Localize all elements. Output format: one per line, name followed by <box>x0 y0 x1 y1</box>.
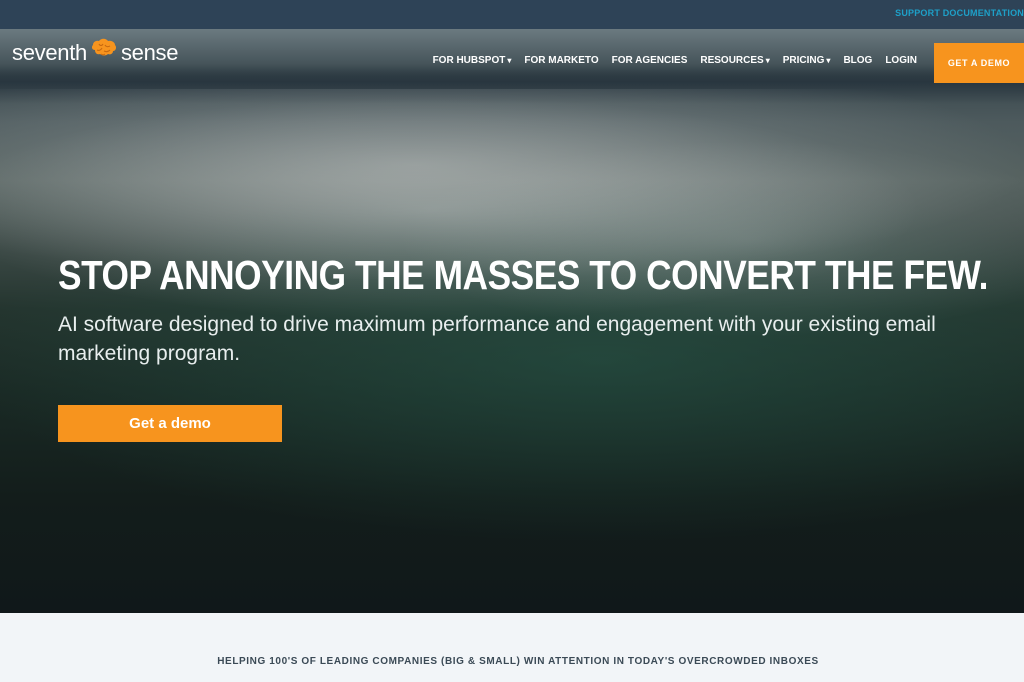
nav-item-for-agencies[interactable]: FOR AGENCIES <box>612 55 688 66</box>
nav-label: PRICING <box>782 55 825 66</box>
logo[interactable]: seventh sense <box>12 38 178 68</box>
hero-subhead: AI software designed to drive maximum pe… <box>58 313 936 365</box>
nav-label: RESOURCES <box>700 55 764 66</box>
chevron-down-icon: ▾ <box>507 56 512 65</box>
logo-text-seventh: seventh <box>12 40 87 65</box>
nav-item-for-marketo[interactable]: FOR MARKETO <box>524 55 598 66</box>
chevron-down-icon: ▾ <box>765 56 770 65</box>
nav-label: FOR AGENCIES <box>611 55 688 66</box>
nav-label: BLOG <box>843 55 873 66</box>
brain-icon <box>89 38 119 68</box>
support-documentation-link[interactable]: SUPPORT DOCUMENTATION <box>895 8 1024 18</box>
nav-item-blog[interactable]: BLOG <box>843 55 872 66</box>
nav-item-pricing[interactable]: PRICING ▾ <box>783 55 831 66</box>
nav-item-for-hubspot[interactable]: FOR HUBSPOT ▾ <box>433 55 512 66</box>
nav-label: FOR MARKETO <box>524 55 599 66</box>
hero-wave-spray <box>0 89 1020 279</box>
logo-text-sense: sense <box>120 40 179 65</box>
trust-caption: HELPING 100'S OF LEADING COMPANIES (BIG … <box>217 656 819 667</box>
top-bar: SUPPORT DOCUMENTATION <box>0 0 1024 29</box>
nav-label: FOR HUBSPOT <box>432 55 506 66</box>
main-nav: FOR HUBSPOT ▾ FOR MARKETO FOR AGENCIES RE… <box>420 55 917 66</box>
get-a-demo-button[interactable]: Get a demo <box>58 405 282 442</box>
hero-headline: STOP ANNOYING THE MASSES TO CONVERT THE … <box>58 252 988 298</box>
nav-label: LOGIN <box>885 55 917 66</box>
trust-section: HELPING 100'S OF LEADING COMPANIES (BIG … <box>0 613 1024 682</box>
chevron-down-icon: ▾ <box>826 56 831 65</box>
nav-item-login[interactable]: LOGIN <box>885 55 917 66</box>
nav-item-resources[interactable]: RESOURCES ▾ <box>700 55 769 66</box>
get-a-demo-nav-button[interactable]: GET A DEMO <box>934 43 1024 83</box>
